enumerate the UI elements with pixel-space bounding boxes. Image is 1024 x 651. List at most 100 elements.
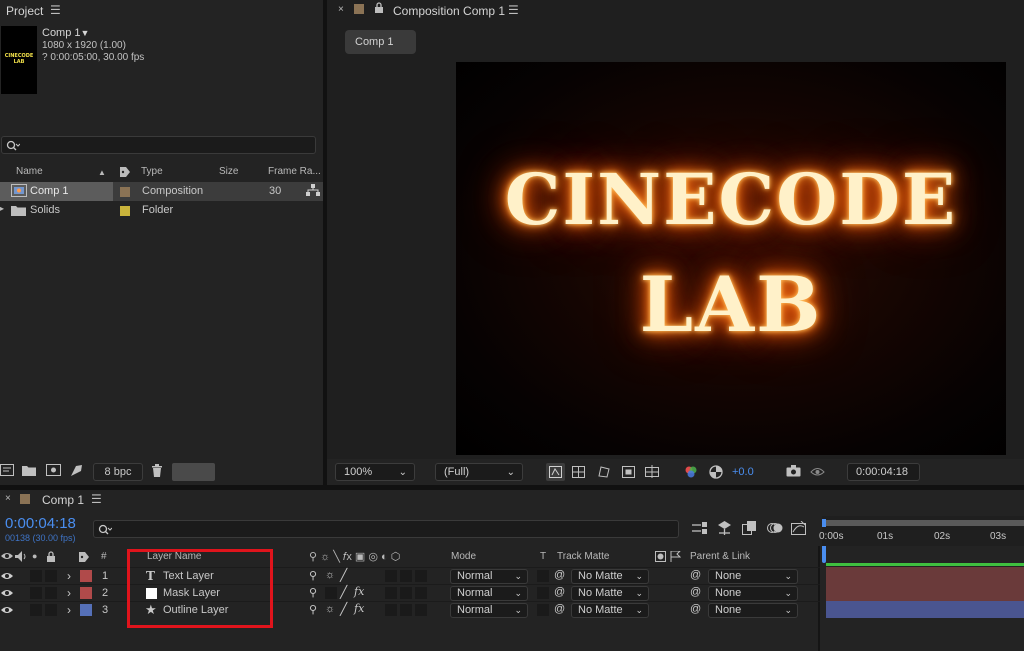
- current-time-display[interactable]: 0:00:04:18: [847, 463, 920, 481]
- frame-blending-icon[interactable]: [742, 521, 757, 538]
- expand-chevron-icon[interactable]: ›: [67, 586, 71, 600]
- camera-snapshot-icon[interactable]: [786, 465, 801, 480]
- resolution-dropdown[interactable]: (Full) ⌄: [435, 463, 523, 481]
- col-framerate-header[interactable]: Frame Ra...: [268, 166, 321, 180]
- magnification-dropdown[interactable]: 100% ⌄: [335, 463, 415, 481]
- shy-icon[interactable]: ⚲: [309, 569, 317, 582]
- quality-icon[interactable]: ╱: [340, 585, 347, 599]
- parent-dropdown[interactable]: None ⌄: [708, 586, 798, 601]
- switch-toggle[interactable]: [415, 587, 427, 599]
- region-of-interest-icon[interactable]: [622, 466, 635, 481]
- col-name-header[interactable]: Name: [16, 166, 43, 180]
- parent-pickwhip-icon[interactable]: @: [690, 603, 701, 615]
- playhead[interactable]: [822, 546, 826, 563]
- expand-chevron-icon[interactable]: ›: [67, 603, 71, 617]
- fast-previews-button[interactable]: [546, 463, 565, 481]
- new-composition-icon[interactable]: [46, 464, 61, 479]
- shy-icon[interactable]: ⚲: [309, 586, 317, 599]
- close-icon[interactable]: ×: [338, 4, 344, 15]
- project-item-row[interactable]: ▸ Solids Folder: [0, 201, 323, 220]
- lock-icon[interactable]: [374, 2, 384, 17]
- fx-icon[interactable]: fx: [354, 585, 364, 598]
- eye-icon[interactable]: [1, 605, 13, 618]
- quality-icon[interactable]: ╱: [340, 568, 347, 582]
- work-area-start-handle[interactable]: [822, 519, 826, 527]
- switch-toggle[interactable]: [400, 604, 412, 616]
- solo-header-icon[interactable]: ●: [32, 551, 37, 565]
- parent-pickwhip-icon[interactable]: @: [690, 586, 701, 598]
- layer-label-color[interactable]: [80, 570, 92, 582]
- quality-icon[interactable]: ╱: [340, 602, 347, 616]
- project-item-row[interactable]: Comp 1 Composition 30: [0, 182, 323, 201]
- switch-toggle[interactable]: [400, 587, 412, 599]
- grid-guides-icon[interactable]: [645, 465, 659, 481]
- solo-toggle[interactable]: [30, 587, 42, 599]
- pickwhip-icon[interactable]: @: [554, 569, 565, 581]
- track-matte-dropdown[interactable]: No Matte ⌄: [571, 569, 649, 584]
- expand-arrow-icon[interactable]: ▸: [0, 204, 4, 213]
- current-timecode[interactable]: 0:00:04:18: [5, 515, 76, 532]
- caret-down-icon[interactable]: ▼: [81, 28, 90, 38]
- exposure-value[interactable]: +0.0: [732, 466, 754, 478]
- panel-menu-icon[interactable]: ☰: [50, 3, 61, 17]
- layer-row[interactable]: › 1 T Text Layer ⚲ ☼ ╱ Normal ⌄ @ No Matt…: [0, 567, 820, 584]
- switch-toggle[interactable]: [400, 570, 412, 582]
- work-area-bar[interactable]: [822, 520, 1024, 526]
- blend-mode-dropdown[interactable]: Normal ⌄: [450, 586, 528, 601]
- new-folder-icon[interactable]: [22, 464, 36, 479]
- mode-header[interactable]: Mode: [451, 551, 476, 565]
- fx-icon[interactable]: fx: [354, 602, 364, 615]
- audio-toggle-header-icon[interactable]: [15, 551, 27, 565]
- lock-toggle[interactable]: [45, 587, 57, 599]
- show-snapshot-icon[interactable]: [810, 465, 825, 481]
- layer-label-color[interactable]: [80, 587, 92, 599]
- flowchart-icon[interactable]: [306, 184, 320, 200]
- time-ruler[interactable]: 0:00s 01s 02s 03s: [819, 516, 1024, 546]
- label-swatch[interactable]: [120, 187, 130, 197]
- track-matte-header[interactable]: Track Matte: [557, 551, 609, 565]
- panel-menu-icon[interactable]: ☰: [508, 3, 519, 17]
- layer-duration-bar[interactable]: [826, 584, 1024, 601]
- eye-icon[interactable]: [1, 571, 13, 584]
- layer-duration-bar[interactable]: [826, 567, 1024, 584]
- color-management-icon[interactable]: [709, 465, 723, 482]
- selected-item-name[interactable]: Comp 1: [42, 27, 81, 39]
- switch-toggle[interactable]: [385, 604, 397, 616]
- render-queue-icon[interactable]: [70, 464, 83, 480]
- col-type-header[interactable]: Type: [141, 166, 163, 180]
- timeline-search-input[interactable]: [93, 520, 679, 538]
- switch-toggle[interactable]: [385, 570, 397, 582]
- layer-row[interactable]: › 3 ★ Outline Layer ⚲ ☼ ╱ fx Normal ⌄ @ N…: [0, 601, 820, 618]
- timeline-tab-title[interactable]: Comp 1: [42, 493, 84, 507]
- draft-3d-icon[interactable]: [717, 521, 732, 538]
- solo-toggle[interactable]: [30, 604, 42, 616]
- trash-icon[interactable]: [151, 464, 163, 480]
- label-swatch[interactable]: [120, 206, 130, 216]
- parent-dropdown[interactable]: None ⌄: [708, 569, 798, 584]
- graph-editor-icon[interactable]: [791, 520, 807, 538]
- layer-row[interactable]: › 2 Mask Layer ⚲ ╱ fx Normal ⌄ @ No Matte…: [0, 584, 820, 601]
- parent-pickwhip-icon[interactable]: @: [690, 569, 701, 581]
- switch-toggle[interactable]: [385, 587, 397, 599]
- composition-canvas[interactable]: CINECODE LAB: [456, 62, 1006, 455]
- blend-mode-dropdown[interactable]: Normal ⌄: [450, 569, 528, 584]
- composition-tab-title[interactable]: Composition Comp 1: [393, 4, 505, 18]
- lock-header-icon[interactable]: [46, 551, 56, 565]
- solo-toggle[interactable]: [30, 570, 42, 582]
- switch-toggle[interactable]: [415, 604, 427, 616]
- composition-mini-flowchart-icon[interactable]: [692, 522, 708, 538]
- label-tag-icon[interactable]: [78, 551, 90, 565]
- switch-toggle[interactable]: [415, 570, 427, 582]
- motion-blur-icon[interactable]: [767, 521, 783, 538]
- collapse-transform-icon[interactable]: ☼: [325, 603, 335, 615]
- sort-ascending-icon[interactable]: ▲: [98, 168, 106, 182]
- parent-link-header[interactable]: Parent & Link: [690, 551, 750, 565]
- color-channels-icon[interactable]: [684, 465, 698, 482]
- expand-chevron-icon[interactable]: ›: [67, 569, 71, 583]
- interpret-footage-icon[interactable]: [0, 464, 14, 479]
- project-panel-title[interactable]: Project: [6, 4, 43, 18]
- project-search-input[interactable]: [1, 136, 316, 154]
- blend-mode-dropdown[interactable]: Normal ⌄: [450, 603, 528, 618]
- close-icon[interactable]: ×: [5, 493, 11, 504]
- lock-toggle[interactable]: [45, 604, 57, 616]
